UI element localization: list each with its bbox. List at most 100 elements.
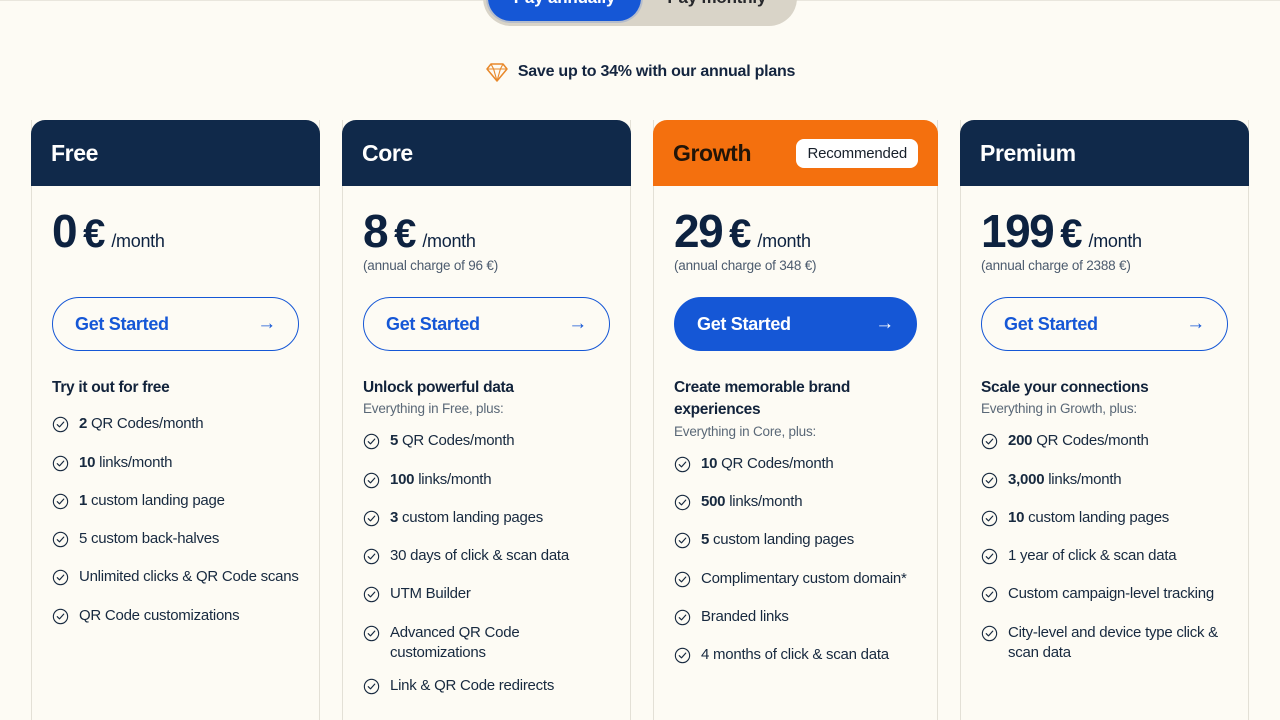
toggle-pay-monthly[interactable]: Pay monthly — [641, 0, 792, 21]
plan-name-core: Core — [362, 139, 413, 166]
feature-item: 10 QR Codes/month — [674, 454, 917, 479]
feature-subheading-premium: Everything in Growth, plus: — [981, 401, 1137, 417]
feature-text: 5 QR Codes/month — [390, 432, 515, 450]
feature-text: Advanced QR Code customizations — [390, 623, 520, 661]
feature-list-core: 5 QR Codes/month 100 links/month 3 custom … — [363, 431, 610, 701]
price-period-free: /month — [111, 231, 165, 251]
check-circle-icon — [981, 431, 998, 456]
feature-item: 3 custom landing pages — [363, 508, 610, 533]
feature-text: 5 custom back-halves — [79, 530, 220, 548]
feature-text: Custom campaign-level tracking — [1008, 585, 1214, 603]
feature-item: 500 links/month — [674, 492, 917, 517]
feature-item: Custom campaign-level tracking — [981, 584, 1228, 609]
feature-item: 1 year of click & scan data — [981, 546, 1228, 571]
feature-text: 5 custom landing pages — [701, 531, 854, 549]
price-amount-growth: 29 — [674, 205, 724, 257]
price-period-core: /month — [422, 231, 476, 251]
check-circle-icon — [981, 584, 998, 609]
billing-toggle-track: Pay annually Pay monthly — [482, 0, 798, 26]
pricing-card-growth: Growth Recommended 29 € /month (annual c… — [653, 120, 938, 720]
feature-item: 4 months of click & scan data — [674, 645, 917, 670]
feature-item: 5 QR Codes/month — [363, 431, 610, 456]
check-circle-icon — [363, 676, 380, 701]
check-circle-icon — [981, 623, 998, 648]
price-currency-core: € — [394, 212, 417, 256]
cta-label-core: Get Started — [386, 313, 480, 334]
check-circle-icon — [52, 491, 69, 516]
feature-heading-free: Try it out for free — [52, 379, 170, 396]
feature-item: 5 custom landing pages — [674, 530, 917, 555]
price-period-premium: /month — [1088, 231, 1143, 251]
price-period-growth: /month — [757, 231, 811, 251]
card-header-core: Core — [342, 120, 631, 186]
gem-icon — [485, 60, 509, 84]
arrow-right-icon: → — [1186, 313, 1205, 334]
arrow-right-icon: → — [568, 313, 587, 334]
feature-list-premium: 200 QR Codes/month 3,000 links/month 10 cu… — [981, 431, 1228, 663]
feature-heading-growth: Create memorable brand experiences — [674, 379, 851, 419]
plan-name-free: Free — [51, 139, 98, 166]
cta-label-premium: Get Started — [1004, 313, 1098, 334]
feature-text: Unlimited clicks & QR Code scans — [79, 568, 299, 586]
pricing-card-core: Core 8 € /month (annual charge of 96 €) … — [342, 120, 631, 720]
toggle-pay-annually[interactable]: Pay annually — [487, 0, 642, 21]
feature-item: 2 QR Codes/month — [52, 414, 299, 439]
check-circle-icon — [674, 607, 691, 632]
price-currency-premium: € — [1060, 212, 1083, 256]
check-circle-icon — [52, 606, 69, 631]
feature-text: 10 links/month — [79, 453, 173, 471]
check-circle-icon — [52, 529, 69, 554]
feature-item: QR Code customizations — [52, 606, 299, 631]
feature-heading-premium: Scale your connections — [981, 379, 1149, 396]
feature-text: 3,000 links/month — [1008, 470, 1122, 488]
check-circle-icon — [363, 470, 380, 495]
feature-item: Advanced QR Code customizations — [363, 623, 610, 664]
feature-text: 30 days of click & scan data — [390, 547, 569, 565]
feature-item: 100 links/month — [363, 470, 610, 495]
feature-text: Link & QR Code redirects — [390, 677, 555, 695]
pricing-cards: Free 0 € /month Get Started → Try it out… — [31, 120, 1255, 720]
feature-list-free: 2 QR Codes/month 10 links/month 1 custom l… — [52, 414, 299, 631]
cta-label-growth: Get Started — [697, 313, 791, 334]
recommended-badge: Recommended — [796, 138, 918, 168]
check-circle-icon — [363, 508, 380, 533]
annual-note-premium: (annual charge of 2388 €) — [981, 258, 1131, 273]
feature-item: Unlimited clicks & QR Code scans — [52, 567, 299, 592]
feature-item: City-level and device type click & scan … — [981, 623, 1228, 664]
feature-text: UTM Builder — [390, 585, 471, 603]
check-circle-icon — [363, 546, 380, 571]
feature-item: 10 links/month — [52, 453, 299, 478]
feature-text: 500 links/month — [701, 493, 803, 511]
plan-name-growth: Growth — [673, 139, 752, 166]
check-circle-icon — [981, 508, 998, 533]
feature-subheading-core: Everything in Free, plus: — [363, 401, 504, 417]
price-amount-core: 8 — [363, 205, 389, 257]
pricing-card-free: Free 0 € /month Get Started → Try it out… — [31, 120, 320, 720]
card-body-free: 0 € /month Get Started → Try it out for … — [32, 186, 319, 631]
feature-text: Complimentary custom domain* — [701, 569, 907, 587]
check-circle-icon — [674, 569, 691, 594]
get-started-button-free[interactable]: Get Started → — [52, 297, 299, 351]
feature-text: 10 QR Codes/month — [701, 454, 834, 472]
get-started-button-premium[interactable]: Get Started → — [981, 297, 1228, 351]
cta-label-free: Get Started — [75, 313, 169, 334]
plan-name-premium: Premium — [980, 139, 1076, 166]
feature-heading-core: Unlock powerful data — [363, 379, 514, 396]
get-started-button-growth[interactable]: Get Started → — [674, 297, 917, 351]
get-started-button-core[interactable]: Get Started → — [363, 297, 610, 351]
price-amount-free: 0 — [52, 205, 78, 257]
check-circle-icon — [674, 492, 691, 517]
feature-text: Branded links — [701, 607, 789, 625]
feature-item: Link & QR Code redirects — [363, 676, 610, 701]
price-currency-free: € — [83, 212, 106, 256]
price-premium: 199 € /month — [981, 208, 1228, 254]
card-header-free: Free — [31, 120, 320, 186]
check-circle-icon — [363, 623, 380, 648]
feature-item: 30 days of click & scan data — [363, 546, 610, 571]
card-header-premium: Premium — [960, 120, 1249, 186]
feature-text: QR Code customizations — [79, 606, 240, 624]
card-body-premium: 199 € /month (annual charge of 2388 €) G… — [961, 186, 1248, 663]
feature-item: UTM Builder — [363, 584, 610, 609]
price-growth: 29 € /month — [674, 208, 917, 254]
arrow-right-icon: → — [257, 313, 276, 334]
